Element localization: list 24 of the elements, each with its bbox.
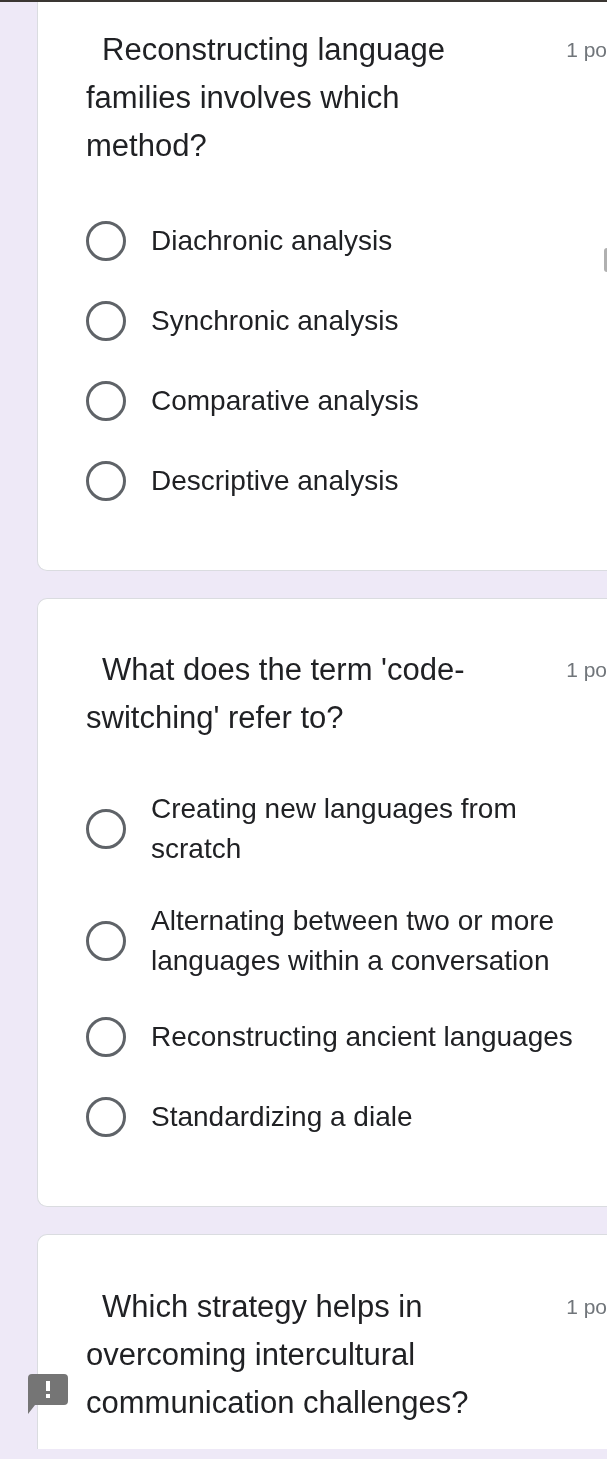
exclamation-bubble-icon[interactable] [28, 1374, 68, 1414]
option-label: Alternating between two or more languages within a conversation [151, 904, 556, 978]
option-label: Synchronic analysis [151, 304, 399, 338]
points-label: 1 po [566, 657, 607, 683]
option-label: Diachronic analysis [151, 224, 393, 258]
points-label: 1 po [566, 37, 607, 63]
option-label: Descriptive analysis [151, 464, 399, 498]
points-label: 1 po [566, 1294, 607, 1320]
scrollbar-thumb[interactable] [604, 248, 607, 272]
radio-button[interactable] [86, 381, 126, 421]
option-label: Reconstructing ancient languages [151, 1020, 573, 1054]
radio-button[interactable] [86, 221, 126, 261]
question-text: Reconstructing language families involves which method? [86, 31, 446, 165]
radio-button[interactable] [86, 461, 126, 501]
question-text: Which strategy helps in overcoming intercultural communication challenges? [86, 1288, 470, 1422]
radio-button[interactable] [86, 921, 126, 961]
option-label: Comparative analysis [151, 384, 419, 418]
option-label: Creating new languages from scratch [151, 792, 518, 866]
option-label: Standardizing a diale [151, 1100, 413, 1134]
radio-button[interactable] [86, 809, 126, 849]
radio-button[interactable] [86, 301, 126, 341]
radio-button[interactable] [86, 1017, 126, 1057]
radio-button[interactable] [86, 1097, 126, 1137]
question-text: What does the term 'code-switching' refer to? [86, 651, 466, 737]
